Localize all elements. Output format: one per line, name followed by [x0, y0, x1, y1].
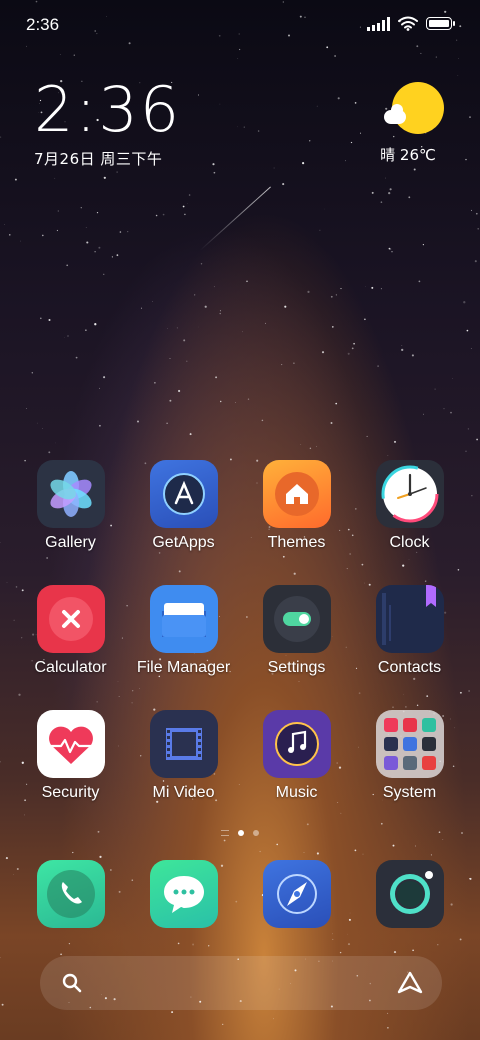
camera-icon	[375, 860, 444, 928]
messaging-icon	[149, 860, 218, 928]
phone-icon	[36, 860, 105, 928]
dock-browser[interactable]	[240, 860, 353, 928]
mi-video-icon	[149, 710, 218, 778]
dock-messaging[interactable]	[127, 860, 240, 928]
file-manager-icon	[149, 585, 218, 653]
app-label: Contacts	[377, 659, 442, 676]
wifi-icon	[398, 16, 418, 31]
music-icon	[262, 710, 331, 778]
page-dot-active	[238, 830, 244, 836]
getapps-icon	[149, 460, 218, 528]
app-clock[interactable]: Clock	[353, 460, 466, 585]
app-label: Calculator	[34, 659, 107, 676]
status-time: 2:36	[26, 15, 60, 34]
clock-widget[interactable]: 2:36 7月26日 周三下午	[34, 78, 181, 169]
app-label: Security	[41, 784, 100, 801]
widget-time: 2:36	[34, 73, 182, 146]
system-folder-icon	[375, 710, 444, 778]
signal-icon	[367, 16, 390, 31]
security-icon	[36, 710, 105, 778]
dock-phone[interactable]	[14, 860, 127, 928]
app-label: Themes	[267, 534, 326, 551]
weather-widget[interactable]: 晴 26℃	[380, 82, 444, 165]
page-indicator[interactable]	[0, 830, 480, 836]
app-label: System	[382, 784, 437, 801]
app-file-manager[interactable]: File Manager	[127, 585, 240, 710]
app-row: Security Mi Video Music System	[14, 710, 466, 835]
app-security[interactable]: Security	[14, 710, 127, 835]
minus-one-screen-indicator	[221, 830, 229, 836]
clock-icon	[375, 460, 444, 528]
browser-icon	[262, 860, 331, 928]
app-label: Music	[275, 784, 318, 801]
app-label: Clock	[389, 534, 430, 551]
app-label: Gallery	[45, 534, 96, 551]
dock	[14, 860, 466, 928]
assistant-icon[interactable]	[396, 970, 424, 996]
dock-camera[interactable]	[353, 860, 466, 928]
themes-icon	[262, 460, 331, 528]
app-themes[interactable]: Themes	[240, 460, 353, 585]
app-calculator[interactable]: Calculator	[14, 585, 127, 710]
app-mi-video[interactable]: Mi Video	[127, 710, 240, 835]
page-dot	[253, 830, 259, 836]
app-label: Mi Video	[152, 784, 215, 801]
app-gallery[interactable]: Gallery	[14, 460, 127, 585]
sunny-weather-icon	[384, 82, 444, 134]
app-row: Gallery GetApps Themes Clock	[14, 460, 466, 585]
app-label: GetApps	[152, 534, 215, 551]
weather-text: 晴 26℃	[380, 146, 436, 164]
gallery-icon	[36, 460, 105, 528]
battery-icon	[426, 17, 455, 30]
status-bar: 2:36	[0, 0, 480, 50]
app-getapps[interactable]: GetApps	[127, 460, 240, 585]
app-system-folder[interactable]: System	[353, 710, 466, 835]
app-settings[interactable]: Settings	[240, 585, 353, 710]
calculator-icon	[36, 585, 105, 653]
settings-icon	[262, 585, 331, 653]
search-icon[interactable]	[62, 973, 82, 993]
app-contacts[interactable]: Contacts	[353, 585, 466, 710]
contacts-icon	[375, 585, 444, 653]
widget-date: 7月26日 周三下午	[34, 150, 163, 168]
app-grid: Gallery GetApps Themes Clock Calculator …	[14, 460, 466, 835]
app-label: Settings	[267, 659, 326, 676]
app-label: File Manager	[136, 659, 231, 676]
search-bar[interactable]	[40, 956, 442, 1010]
app-row: Calculator File Manager Settings Contact…	[14, 585, 466, 710]
app-music[interactable]: Music	[240, 710, 353, 835]
status-icons	[367, 16, 455, 31]
